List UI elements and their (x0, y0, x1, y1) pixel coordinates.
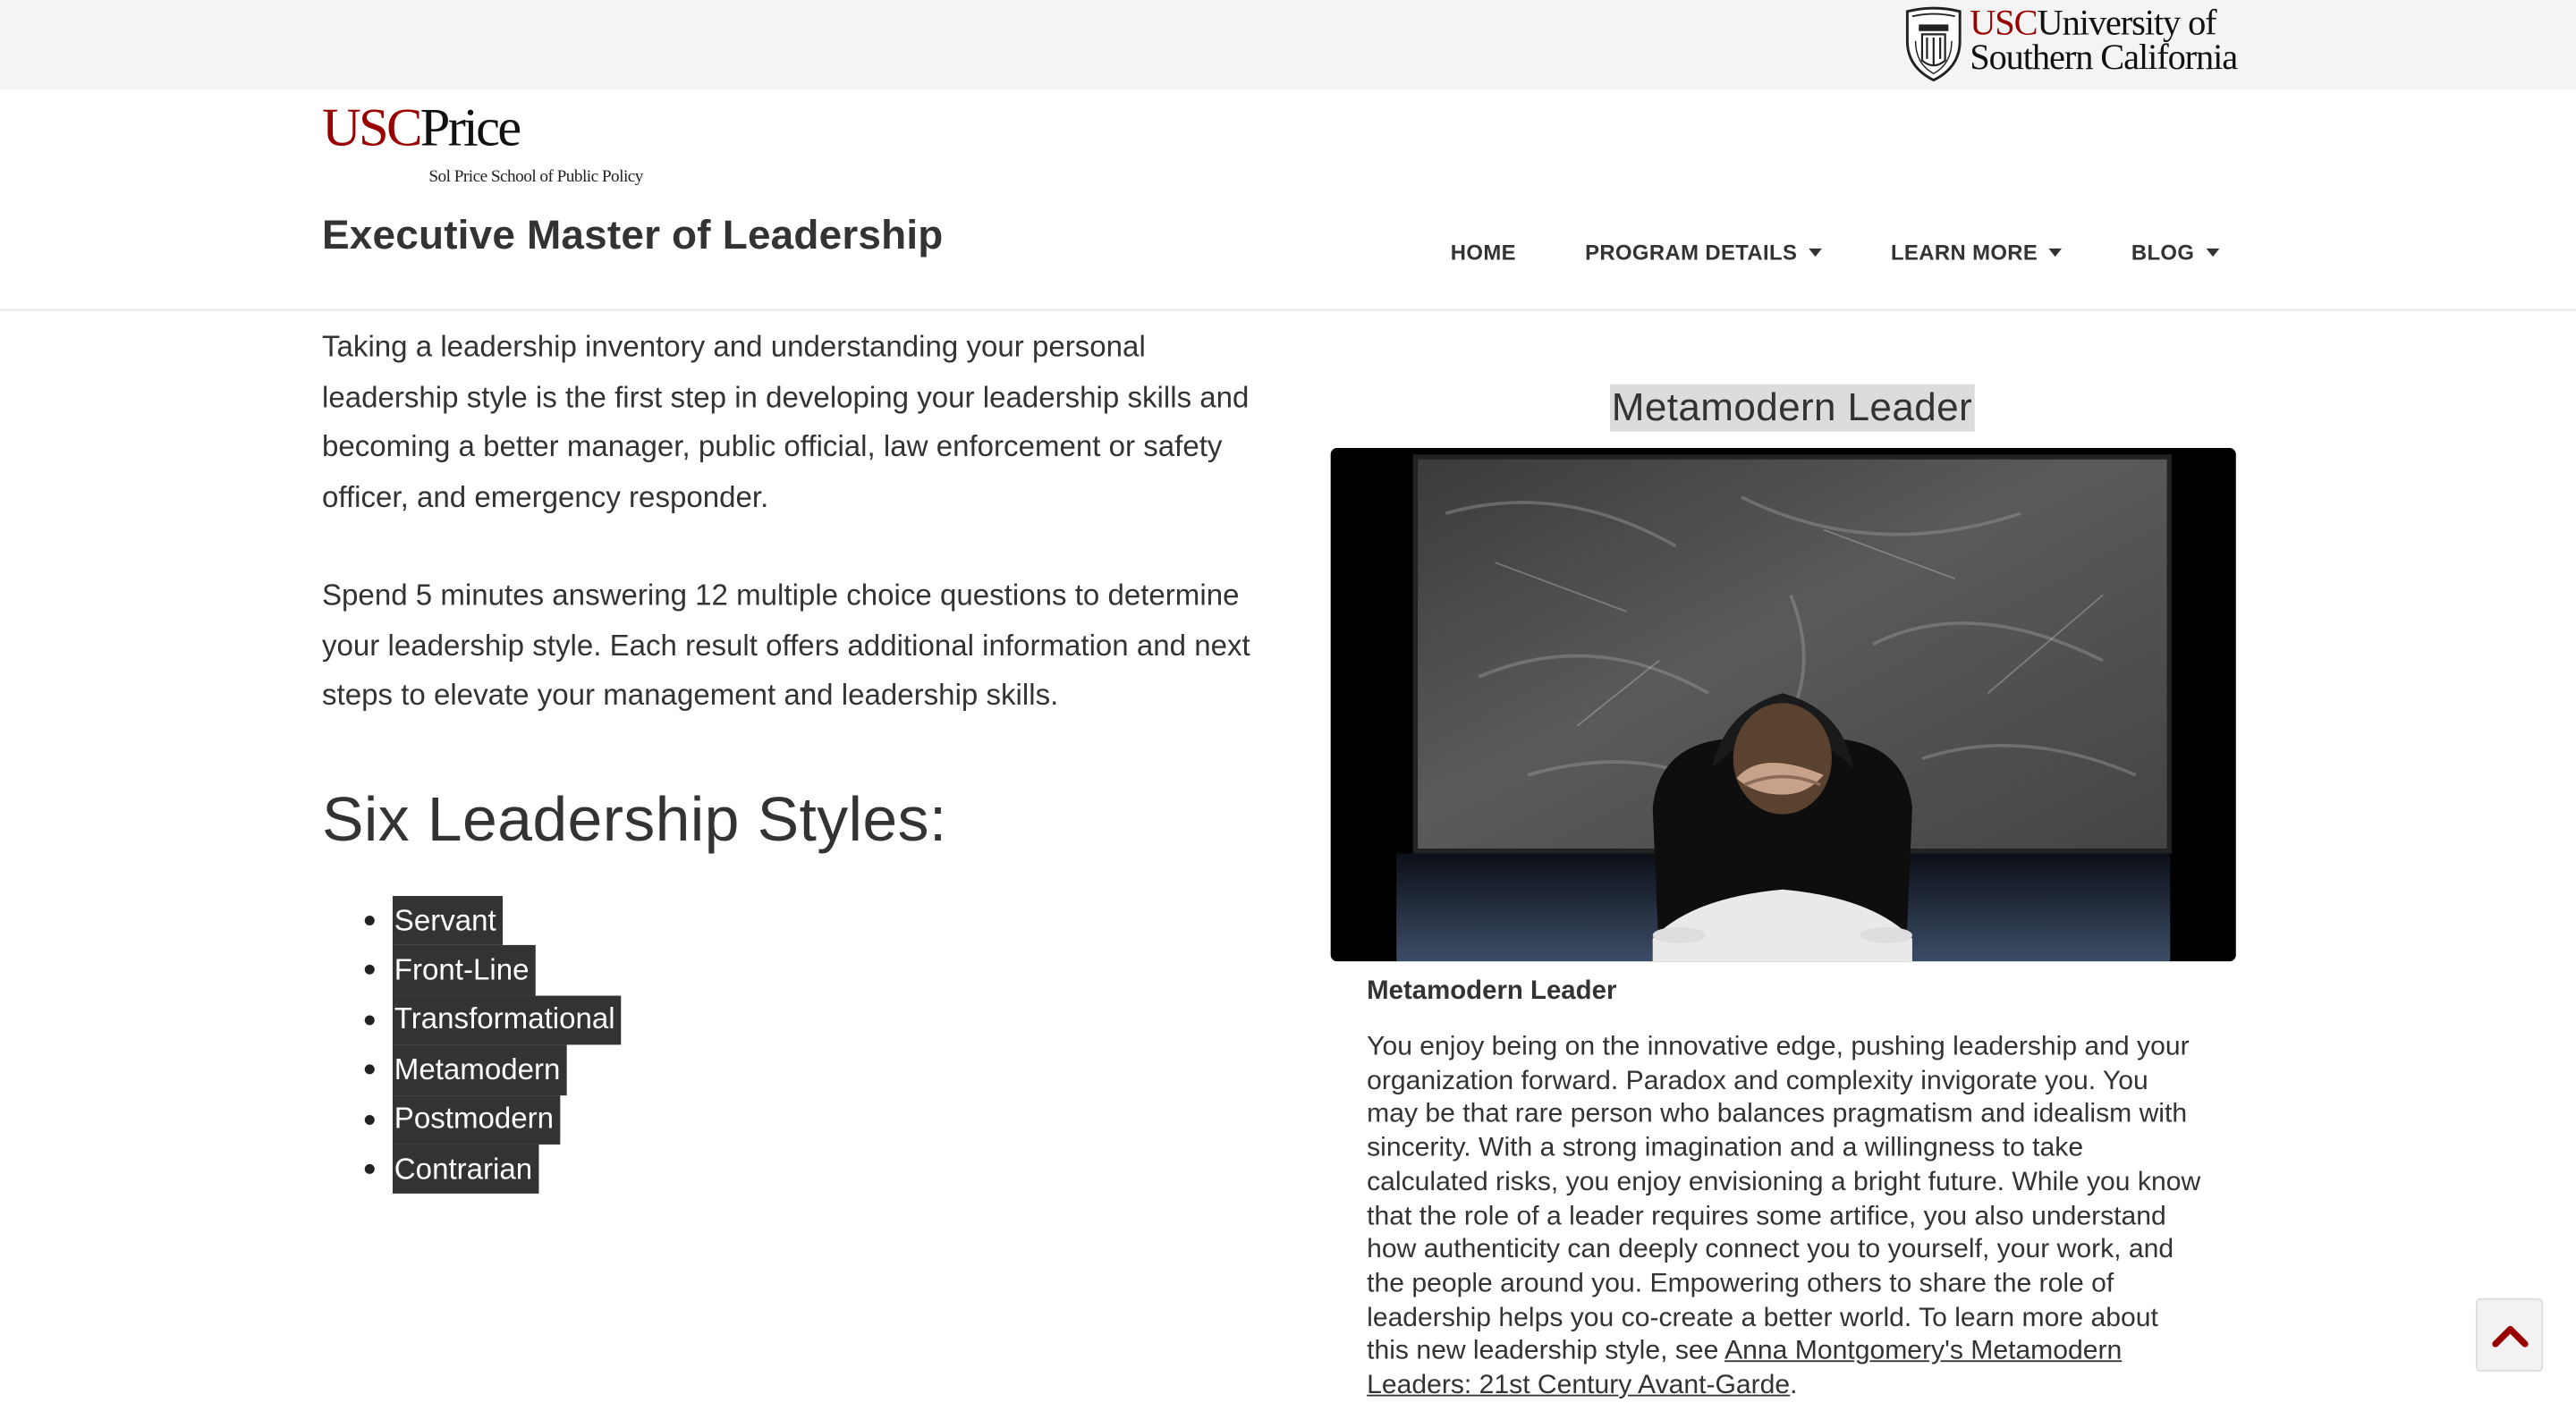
university-bar: USCUniversity of Southern California (0, 0, 2576, 90)
chalkboard-thinker-illustration (1330, 448, 2236, 962)
style-link-contrarian[interactable]: Contrarian (392, 1144, 539, 1195)
style-link-servant[interactable]: Servant (392, 896, 504, 946)
back-to-top-button[interactable] (2475, 1297, 2544, 1373)
usc-price-logo[interactable]: USCPrice Sol Price School of Public Poli… (321, 99, 667, 186)
price-logo-subtitle: Sol Price School of Public Policy (428, 168, 643, 187)
site-header: USCPrice Sol Price School of Public Poli… (0, 89, 2576, 311)
university-line2: Southern California (1970, 36, 2238, 77)
price-logo-usc: USC (321, 99, 422, 159)
price-logo-price: Price (419, 99, 522, 159)
style-link-front-line[interactable]: Front-Line (392, 945, 536, 996)
bullet-icon (364, 965, 375, 976)
usc-logo-link[interactable]: USCUniversity of Southern California (1902, 4, 2256, 83)
bullet-icon (364, 1163, 375, 1174)
bullet-icon (364, 1114, 375, 1125)
style-link-postmodern[interactable]: Postmodern (392, 1094, 561, 1145)
bullet-icon (364, 915, 375, 925)
result-description-end: . (1790, 1370, 1798, 1400)
nav-blog-label: BLOG (2131, 239, 2195, 265)
chevron-up-icon (2491, 1324, 2528, 1347)
main-nav: HOME PROGRAM DETAILS LEARN MORE BLOG (1416, 237, 2253, 266)
style-link-transformational[interactable]: Transformational (392, 995, 622, 1045)
bullet-icon (364, 1015, 375, 1026)
intro-paragraph-2: Spend 5 minutes answering 12 multiple ch… (321, 579, 1250, 712)
result-title: Metamodern Leader (1609, 384, 1974, 432)
result-subtitle: Metamodern Leader (1367, 977, 1617, 1006)
style-link-metamodern[interactable]: Metamodern (392, 1044, 567, 1095)
usc-seal-icon (1905, 6, 1962, 82)
page: USCUniversity of Southern California USC… (0, 0, 2576, 1411)
nav-home[interactable]: HOME (1416, 240, 1550, 264)
caret-down-icon (2049, 248, 2063, 257)
chalkboard-thinker-image (1330, 448, 2236, 962)
result-description-text: You enjoy being on the innovative edge, … (1367, 1031, 2201, 1366)
styles-heading: Six Leadership Styles: (321, 786, 947, 856)
caret-down-icon (2206, 248, 2219, 257)
bullet-icon (364, 1064, 375, 1075)
intro-paragraph-1: Taking a leadership inventory and unders… (321, 330, 1250, 513)
nav-home-label: HOME (1450, 239, 1516, 265)
nav-program-details[interactable]: PROGRAM DETAILS (1551, 240, 1857, 264)
result-description: You enjoy being on the innovative edge, … (1367, 1030, 2205, 1402)
site-title[interactable]: Executive Master of Leadership (322, 213, 944, 260)
price-logo-main: USCPrice (321, 99, 522, 159)
nav-learn-more-label: LEARN MORE (1890, 239, 2038, 265)
nav-learn-more[interactable]: LEARN MORE (1856, 240, 2097, 264)
nav-blog[interactable]: BLOG (2097, 240, 2253, 264)
nav-program-details-label: PROGRAM DETAILS (1585, 239, 1798, 265)
university-wordmark: USCUniversity of Southern California (1970, 4, 2238, 75)
caret-down-icon (1809, 248, 1822, 257)
